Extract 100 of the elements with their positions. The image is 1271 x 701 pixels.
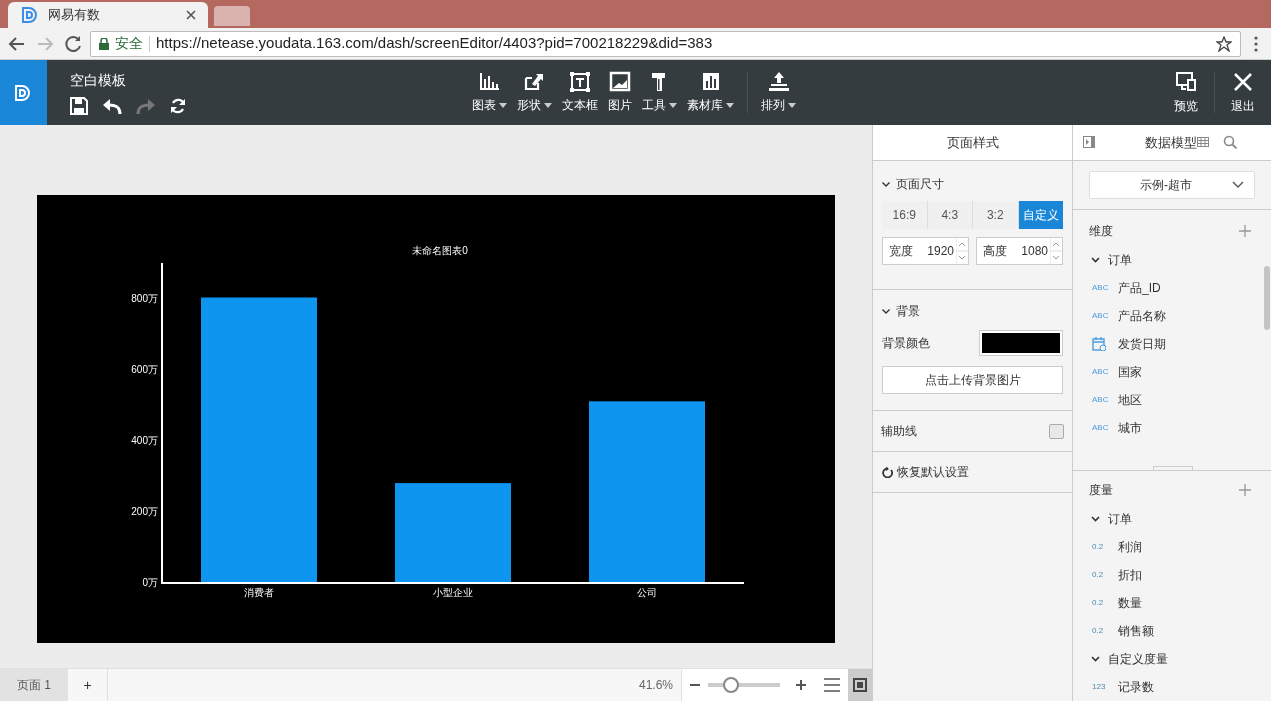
- field-item[interactable]: ABC 城市: [1089, 413, 1255, 442]
- dataset-dropdown[interactable]: 示例-超市: [1089, 170, 1255, 199]
- section-heading: 背景: [896, 303, 920, 320]
- type-label: ABC: [1092, 281, 1110, 294]
- type-label: 0.2: [1092, 569, 1105, 581]
- toolbar-button[interactable]: 预览: [1158, 60, 1214, 125]
- toolbar-button[interactable]: 素材库: [682, 60, 739, 125]
- slider-thumb[interactable]: [723, 677, 740, 693]
- field-item[interactable]: 123 记录数: [1089, 673, 1255, 701]
- refresh-icon[interactable]: [170, 98, 186, 114]
- resize-handle[interactable]: [1153, 466, 1193, 470]
- dropdown-value: 示例-超市: [1139, 176, 1193, 194]
- field-item[interactable]: 0.2 折扣: [1089, 561, 1255, 589]
- page-tab[interactable]: 页面 1: [0, 669, 68, 701]
- field-value: 1080: [1020, 243, 1049, 260]
- number-field[interactable]: 高度 1080: [976, 237, 1063, 265]
- type-label: ABC: [1092, 393, 1110, 406]
- browser-tab[interactable]: 网易有数: [8, 2, 208, 28]
- size-option[interactable]: 自定义: [1018, 201, 1063, 229]
- fit-width-icon[interactable]: [824, 678, 840, 692]
- field-label: 宽度: [888, 243, 914, 260]
- field-item[interactable]: ABC 产品_ID: [1089, 273, 1255, 302]
- app-logo[interactable]: [0, 60, 47, 125]
- redo-icon[interactable]: [136, 97, 156, 115]
- axis-category-label: 消费者: [244, 587, 274, 598]
- checkbox[interactable]: [1049, 423, 1064, 439]
- axis-category-label: 公司: [637, 587, 657, 598]
- field-item[interactable]: ABC 地区: [1089, 385, 1255, 414]
- field-item[interactable]: ABC 产品名称: [1089, 301, 1255, 330]
- panel-title: 数据模型: [1145, 133, 1197, 152]
- toolbar-button[interactable]: 文本框: [557, 60, 603, 125]
- close-icon[interactable]: [186, 10, 196, 20]
- chevron-down-icon: [1232, 181, 1244, 188]
- toolbar-button[interactable]: 形状: [512, 60, 557, 125]
- section-heading: 页面尺寸: [896, 176, 944, 193]
- add-page-button[interactable]: +: [68, 669, 108, 701]
- size-option[interactable]: 4:3: [927, 201, 973, 229]
- reset-icon: [882, 466, 893, 478]
- type-label: 123: [1092, 681, 1107, 693]
- field-item[interactable]: 0.2 销售额: [1089, 617, 1255, 645]
- section-heading: 维度: [1089, 222, 1113, 240]
- menu-icon[interactable]: [1253, 34, 1259, 53]
- size-option[interactable]: 3:2: [973, 201, 1019, 229]
- toolbar-button[interactable]: 排列: [756, 60, 801, 125]
- field-label: 辅助线: [881, 423, 917, 440]
- save-icon[interactable]: [70, 97, 88, 115]
- toolbar-button[interactable]: 工具: [637, 60, 682, 125]
- image-icon: [609, 71, 631, 93]
- address-field[interactable]: 安全 https://netease.youdata.163.com/dash/screenEditor/4403?pid=700218229&did=383: [90, 30, 1241, 57]
- panel-title: 页面样式: [946, 133, 999, 152]
- toolbar-button[interactable]: 图片: [603, 60, 637, 125]
- field-item[interactable]: ABC 国家: [1089, 357, 1255, 386]
- bar-chart-icon: [478, 71, 501, 93]
- caret-icon: [669, 102, 677, 108]
- group-header[interactable]: 订单: [1089, 245, 1255, 274]
- upload-button[interactable]: 点击上传背景图片: [882, 366, 1063, 394]
- zoom-slider[interactable]: [708, 677, 780, 693]
- monitor-icon: [1175, 70, 1197, 93]
- axis-tick-label: 200万: [131, 505, 158, 517]
- size-option[interactable]: 16:9: [882, 201, 928, 229]
- section-heading: 度量: [1089, 482, 1113, 499]
- type-label: 0.2: [1092, 597, 1105, 609]
- caret-icon: [499, 102, 507, 108]
- scrollbar-thumb[interactable]: [1264, 265, 1270, 330]
- toolbar-button[interactable]: 退出: [1215, 60, 1271, 125]
- collapse-panel-icon[interactable]: [1083, 136, 1095, 149]
- stepper-icon: [956, 238, 968, 264]
- field-item[interactable]: 0.2 数量: [1089, 589, 1255, 617]
- group-header[interactable]: 订单: [1089, 505, 1255, 533]
- chevron-down-icon: [1091, 656, 1100, 662]
- document-title: 空白模板: [70, 71, 127, 90]
- field-item[interactable]: 发货日期: [1089, 329, 1255, 358]
- star-icon[interactable]: [1216, 35, 1232, 52]
- number-field[interactable]: 宽度 1920: [882, 237, 969, 265]
- chevron-down-icon: [1091, 516, 1100, 522]
- site-logo-icon: [20, 5, 40, 25]
- axis-tick-label: 0万: [142, 577, 158, 588]
- type-label: ABC: [1092, 309, 1110, 322]
- toolbar-button[interactable]: 图表: [467, 60, 512, 125]
- arrange-icon: [767, 71, 790, 93]
- table-icon[interactable]: [1197, 137, 1209, 148]
- undo-icon[interactable]: [102, 97, 122, 115]
- reset-button[interactable]: 恢复默认设置: [882, 463, 969, 481]
- type-label: 0.2: [1092, 541, 1105, 553]
- fit-screen-button[interactable]: [848, 669, 872, 701]
- fullscreen-icon: [853, 678, 867, 692]
- field-label: 背景颜色: [882, 335, 930, 352]
- axis-tick-label: 800万: [131, 292, 158, 304]
- calendar-icon: [1092, 336, 1106, 351]
- group-header[interactable]: 自定义度量: [1089, 645, 1255, 673]
- close-icon: [1232, 70, 1254, 93]
- search-icon[interactable]: [1223, 135, 1237, 150]
- caret-icon: [726, 102, 734, 108]
- chevron-down-icon: [882, 181, 890, 187]
- caret-icon: [544, 102, 552, 108]
- tab-title: 网易有数: [48, 6, 101, 25]
- type-label: 0.2: [1092, 625, 1105, 637]
- field-item[interactable]: 0.2 利润: [1089, 533, 1255, 561]
- axis-tick-label: 400万: [131, 434, 158, 446]
- plus-icon[interactable]: [796, 680, 806, 690]
